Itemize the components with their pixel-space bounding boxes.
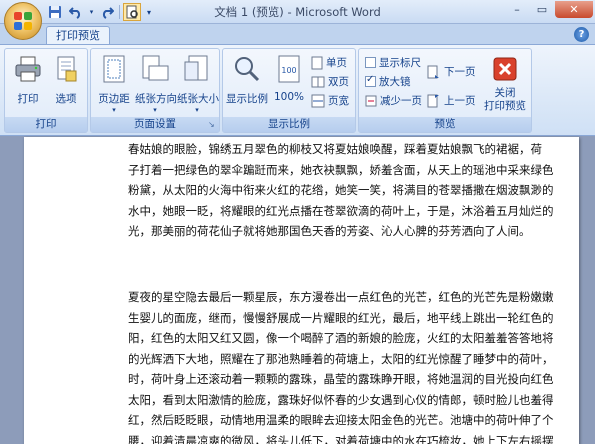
size-dropdown-icon: ▾ <box>195 106 199 114</box>
text-line: 的光辉洒下大地，照耀在了那池熟睡着的荷塘上，太阳的红光惊醒了睡梦中的荷叶， <box>128 351 554 366</box>
document-preview-area: 春姑娘的眼脸，锦绣五月翠色的柳枝又将夏姑娘唤醒，踩着夏姑娘飘飞的裙裾，荷 子打着… <box>0 136 595 444</box>
magnifier-label: 放大镜 <box>379 76 411 88</box>
preview-group-label: 预览 <box>359 117 531 132</box>
zoom-group: 显示比例 100 100% 单页 双页 页宽 显示比例 <box>222 48 356 133</box>
close-window-button[interactable]: ✕ <box>555 1 593 18</box>
text-line: 粉黛，从太阳的火海中衔来火红的花绺，她笑一笑，将满目的苍翠播撒在烟波飘渺的 <box>128 183 554 197</box>
ribbon: 打印 选项 打印 页边距 ▾ 纸张方向 ▾ 纸张大小 ▾ 页面设置 ↘ 显示比例… <box>0 44 595 136</box>
margins-dropdown-icon: ▾ <box>112 106 116 114</box>
title-bar: ▾ ▾ 文档 1 (预览) - Microsoft Word – ▭ ✕ <box>0 0 595 24</box>
ribbon-tab-row: 打印预览 ? <box>0 24 595 46</box>
shrink-one-page-button[interactable]: 减少一页 <box>365 92 422 109</box>
options-label: 选项 <box>55 93 77 105</box>
tab-print-preview[interactable]: 打印预览 <box>46 26 110 46</box>
text-line: 光，那美丽的荷花仙子就将她那国色天香的芳姿、沁人心脾的芬芳洒向了人间。 <box>128 224 531 238</box>
page-width-icon <box>311 94 325 107</box>
page-setup-group-label: 页面设置 <box>91 117 219 132</box>
margins-button[interactable]: 页边距 ▾ <box>94 53 134 114</box>
size-label: 纸张大小 <box>177 93 219 105</box>
preview-group: 显示标尺 放大镜 减少一页 下一页 上一页 关闭 打印预览 预览 <box>358 48 532 133</box>
print-label: 打印 <box>17 93 39 105</box>
magnifier-check-icon <box>365 74 376 87</box>
text-line: 腰，迎着清晨凉爽的微风，将头儿低下，对着荷塘中的水在巧梳妆，她上下左右摇摆 <box>128 433 554 444</box>
two-pages-label: 双页 <box>328 76 349 88</box>
close-print-preview-button[interactable]: 关闭 打印预览 <box>481 53 529 113</box>
options-icon <box>57 56 77 82</box>
next-page-icon <box>427 65 439 78</box>
window-controls: – ▭ ✕ <box>505 1 593 18</box>
orientation-label: 纸张方向 <box>135 93 177 105</box>
margins-label: 页边距 <box>98 93 130 105</box>
hundred-percent-button[interactable]: 100 100% <box>271 53 307 113</box>
zoom-button[interactable]: 显示比例 <box>225 53 269 113</box>
zoom-label: 显示比例 <box>226 93 268 105</box>
two-pages-button[interactable]: 双页 <box>311 73 349 90</box>
next-page-button[interactable]: 下一页 <box>427 63 476 80</box>
zoom-group-label: 显示比例 <box>223 117 355 132</box>
page-width-label: 页宽 <box>328 95 349 107</box>
show-ruler-label: 显示标尺 <box>379 57 421 69</box>
shrink-page-icon <box>365 95 377 106</box>
hundred-percent-icon: 100 <box>278 55 300 83</box>
previous-page-button[interactable]: 上一页 <box>427 92 476 109</box>
hundred-percent-label: 100% <box>273 91 305 103</box>
text-line: 太阳，看到太阳激情的脸庞，露珠好似怀春的少女遇到心仪的情郎，顿时脸儿也羞得 <box>128 392 554 407</box>
office-button[interactable] <box>4 2 42 40</box>
paper-size-icon <box>184 55 208 81</box>
show-ruler-checkbox[interactable]: 显示标尺 <box>365 54 421 71</box>
magnifier-icon <box>235 57 260 82</box>
previous-page-label: 上一页 <box>444 95 476 107</box>
margins-icon <box>103 55 125 83</box>
page-width-button[interactable]: 页宽 <box>311 92 349 109</box>
maximize-button[interactable]: ▭ <box>530 1 554 18</box>
options-button[interactable]: 选项 <box>47 53 85 113</box>
text-line: 时，荷叶身上还滚动着一颗颗的露珠，晶莹的露珠睁开眼，将她温润的目光投向红色 <box>128 372 554 386</box>
paragraph-1: 春姑娘的眼脸，锦绣五月翠色的柳枝又将夏姑娘唤醒，踩着夏姑娘飘飞的裙裾，荷 子打着… <box>128 139 579 242</box>
print-button[interactable]: 打印 <box>9 53 47 113</box>
text-line: 红，然后眨眨眼，动情地用温柔的眼眸去迎接太阳金色的光芒。池塘中的荷叶伸了个 <box>128 413 554 427</box>
text-line: 春姑娘的眼脸，锦绣五月翠色的柳枝又将夏姑娘唤醒，踩着夏姑娘飘飞的裙裾，荷 <box>128 142 542 156</box>
page-setup-launcher-icon[interactable]: ↘ <box>208 120 217 129</box>
text-line: 子打着一把绿色的翠伞蹁跹而来，她衣袂飘飘，娇羞含面，从天上的瑶池中采来绿色 <box>128 162 554 177</box>
orientation-button[interactable]: 纸张方向 ▾ <box>135 53 177 114</box>
orientation-dropdown-icon: ▾ <box>153 106 157 114</box>
previous-page-icon <box>427 94 439 107</box>
minimize-button[interactable]: – <box>505 1 529 18</box>
paragraph-2: 夏夜的星空隐去最后一颗星辰，东方漫卷出一点红色的光芒，红色的光芒先是粉嫩嫩 生婴… <box>128 287 579 444</box>
office-logo-icon <box>14 12 32 30</box>
size-button[interactable]: 纸张大小 ▾ <box>177 53 219 114</box>
svg-text:100: 100 <box>281 66 296 75</box>
close-preview-label: 关闭 打印预览 <box>484 87 526 112</box>
magnifier-checkbox[interactable]: 放大镜 <box>365 73 411 90</box>
text-line: 阳，红色的太阳又红又圆，像一个喝醉了酒的新娘的脸庞，火红的太阳羞羞答答地将 <box>128 331 554 345</box>
page-setup-group: 页边距 ▾ 纸张方向 ▾ 纸张大小 ▾ 页面设置 ↘ <box>90 48 220 133</box>
text-line: 夏夜的星空隐去最后一颗星辰，东方漫卷出一点红色的光芒，红色的光芒先是粉嫩嫩 <box>128 290 554 304</box>
print-group-label: 打印 <box>5 117 87 132</box>
help-icon[interactable]: ? <box>574 27 589 42</box>
orientation-icon <box>142 55 169 81</box>
preview-page[interactable]: 春姑娘的眼脸，锦绣五月翠色的柳枝又将夏姑娘唤醒，踩着夏姑娘飘飞的裙裾，荷 子打着… <box>24 137 579 444</box>
two-pages-icon <box>311 76 325 87</box>
next-page-label: 下一页 <box>444 66 476 78</box>
shrink-label: 减少一页 <box>380 95 422 107</box>
print-group: 打印 选项 打印 <box>4 48 88 133</box>
close-preview-icon <box>493 57 517 81</box>
show-ruler-check-icon <box>365 57 376 68</box>
one-page-icon <box>311 56 323 69</box>
text-line: 生婴儿的面庞，继而，慢慢舒展成一片耀眼的红光，最后，地平线上跳出一轮红色的 <box>128 310 554 325</box>
one-page-label: 单页 <box>326 57 347 69</box>
printer-icon <box>15 56 41 82</box>
text-line: 水中，她眼一眨，将耀眼的红光点播在苍翠欲滴的荷叶上，于是，沐浴着五月灿烂的 <box>128 203 554 218</box>
one-page-button[interactable]: 单页 <box>311 54 347 71</box>
